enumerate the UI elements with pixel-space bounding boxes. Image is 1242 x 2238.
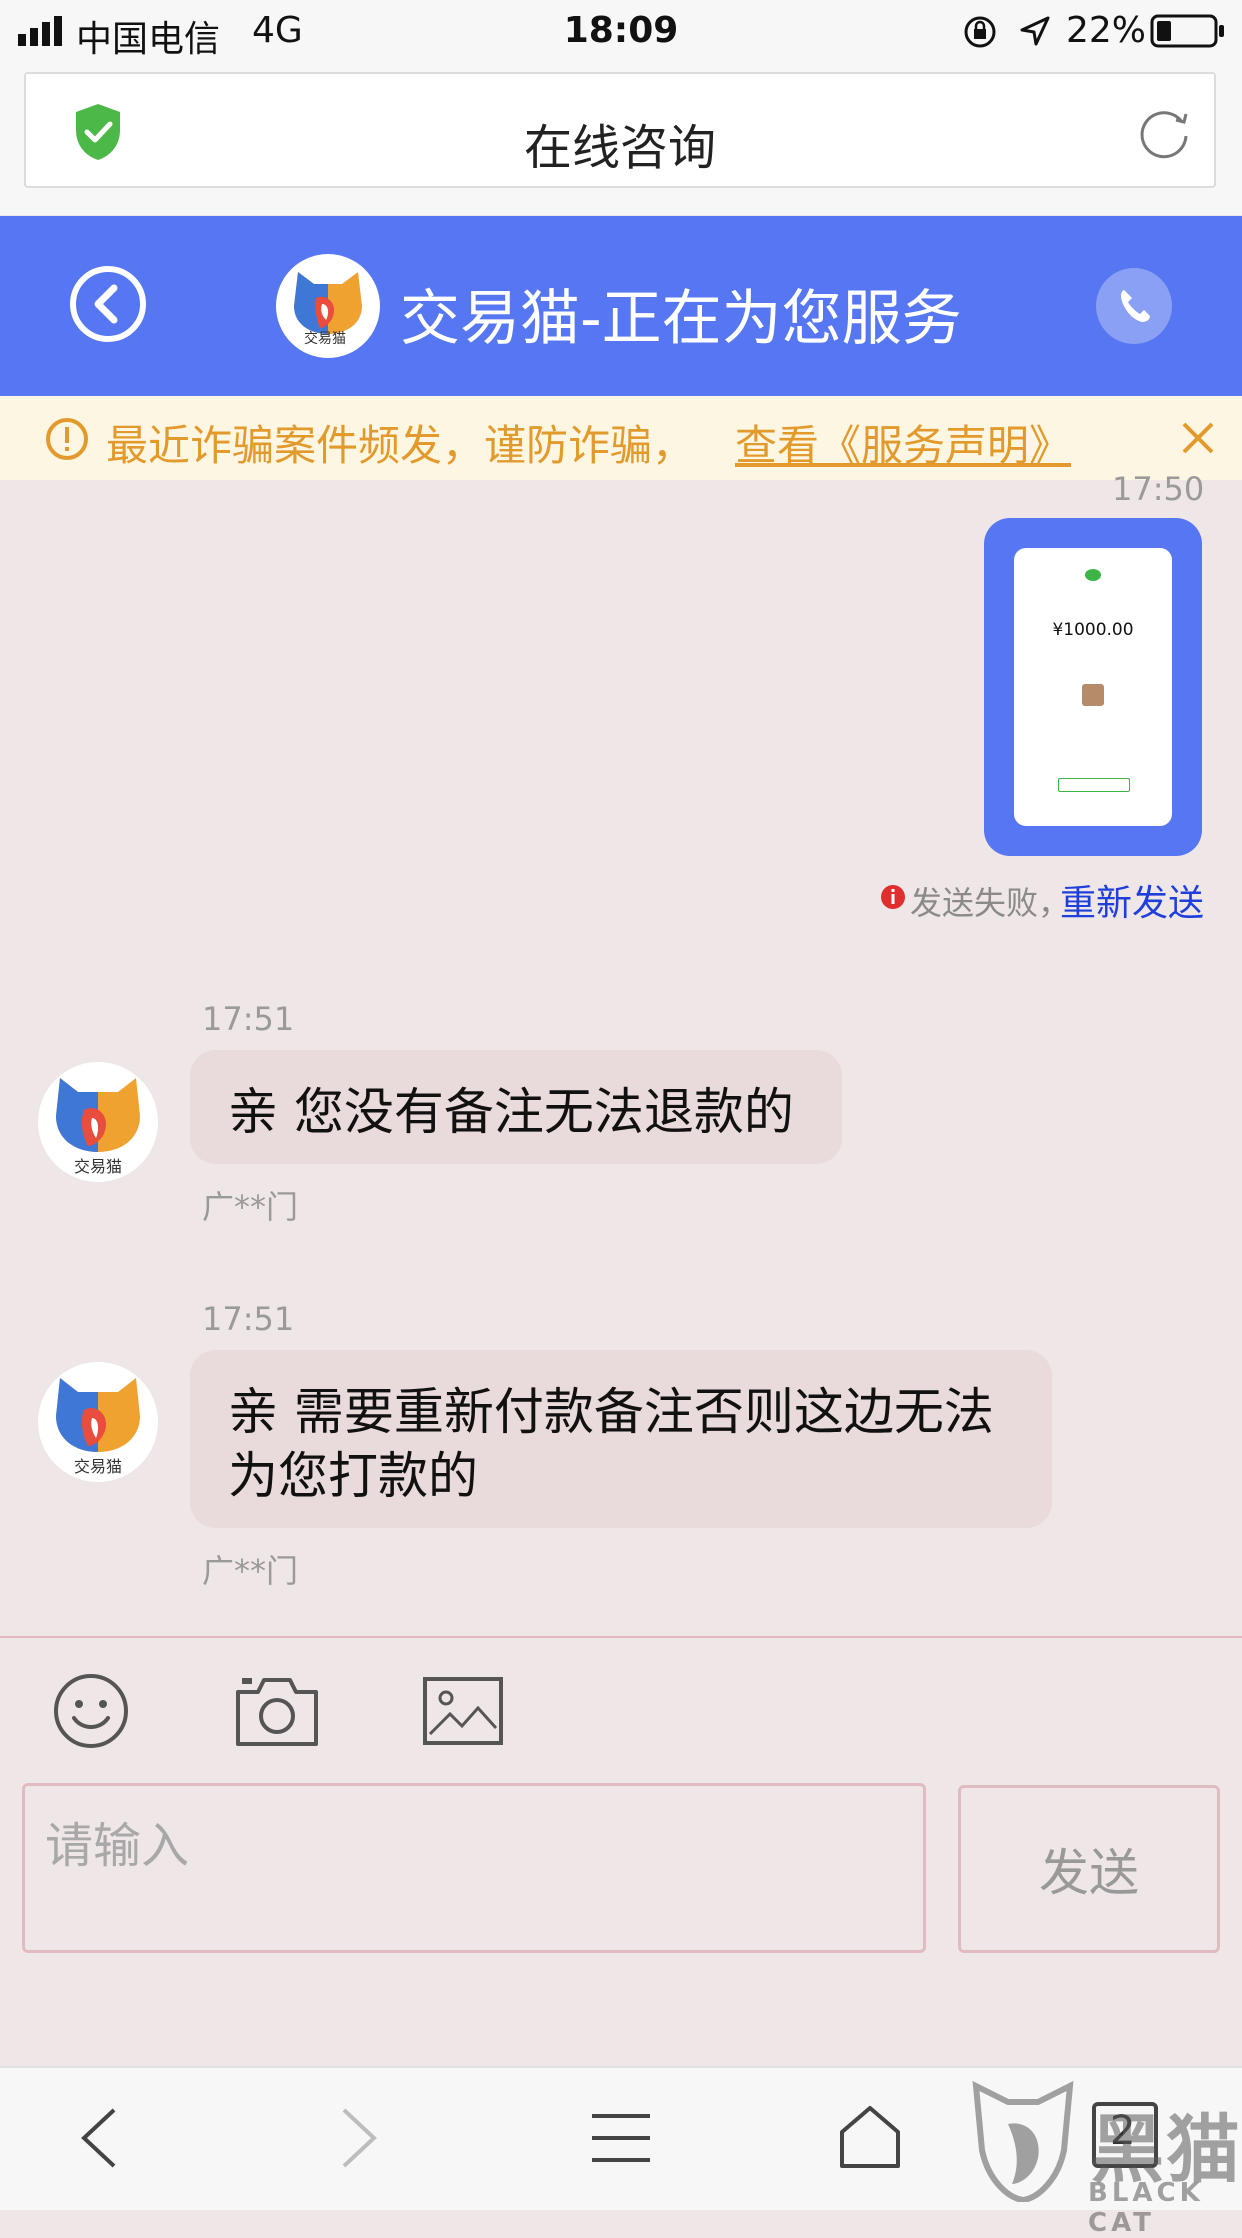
send-failed-text: 发送失败， [910,884,1071,922]
message-time: 17:51 [202,1300,295,1338]
clock: 18:09 [563,10,679,51]
message-bubble: 亲 您没有备注无法退款的 [190,1050,842,1164]
service-logo: 交易猫 [276,254,380,358]
done-button [1058,778,1130,792]
payee-avatar [1082,684,1104,706]
wechat-pay-icon [1085,569,1101,581]
menu-icon[interactable] [590,2112,652,2164]
battery-icon [1150,14,1224,48]
agent-avatar: 交易猫 [38,1062,158,1182]
page-title: 在线咨询 [523,120,716,176]
message-input[interactable] [22,1783,926,1953]
resend-link[interactable]: 重新发送 [1060,874,1204,926]
warning-icon [46,418,88,460]
emoji-icon[interactable] [52,1672,130,1750]
warning-text: 最近诈骗案件频发，谨防诈骗， [106,421,695,470]
header-title: 交易猫-正在为您服务 [400,284,962,354]
composer-divider [0,1636,1242,1638]
logo-label: 交易猫 [304,331,346,347]
message-text: 亲 您没有备注无法退款的 [228,1083,794,1141]
phone-icon [1121,290,1150,322]
forward-arrow-icon[interactable] [334,2106,382,2170]
browser-address-bar: 在线咨询 [0,60,1242,215]
svg-text:交易猫: 交易猫 [74,1157,122,1176]
error-icon [881,885,905,909]
image-message[interactable]: ¥1000.00 [984,518,1202,856]
refresh-icon[interactable] [1136,104,1192,160]
chat-header: 交易猫 交易猫-正在为您服务 [0,216,1242,396]
url-field[interactable]: 在线咨询 [24,72,1216,188]
sender-name: 广**门 [202,1552,299,1590]
back-arrow-icon[interactable] [76,2106,124,2170]
message-text-line: 为您打款的 [228,1447,478,1505]
sender-name: 广**门 [202,1188,299,1226]
jiaoyimao-logo-icon: 交易猫 [56,1378,140,1476]
camera-icon[interactable] [234,1674,320,1748]
agent-avatar: 交易猫 [38,1362,158,1482]
image-icon[interactable] [422,1676,504,1746]
message-time: 17:51 [202,1000,295,1038]
close-icon[interactable] [1180,420,1216,456]
image-thumbnail: ¥1000.00 [1014,548,1172,826]
message-text-line: 亲 需要重新付款备注否则这边无法 [228,1383,994,1441]
battery-percent: 22% [1065,10,1146,51]
message-time: 17:50 [1112,470,1205,508]
service-statement-link[interactable]: 查看《服务声明》 [735,412,1071,473]
status-bar: 中国电信 4G 18:09 22% [0,0,1242,60]
rotation-lock-icon [964,16,996,48]
send-button-label: 发送 [1039,1844,1139,1902]
location-icon [1020,16,1050,46]
watermark-subtext: BLACK CAT [1088,2178,1204,2238]
message-bubble: 亲 需要重新付款备注否则这边无法 为您打款的 [190,1350,1052,1528]
send-button[interactable]: 发送 [958,1785,1220,1953]
watermark-cat-icon [972,2080,1074,2202]
back-icon[interactable] [68,264,148,344]
svg-text:交易猫: 交易猫 [74,1457,122,1476]
browser-bottom-nav: 2 黑猫 BLACK CAT [0,2066,1242,2238]
jiaoyimao-logo-icon: 交易猫 [56,1078,140,1176]
call-button[interactable] [1096,268,1172,344]
fraud-warning-bar: 最近诈骗案件频发，谨防诈骗， 查看《服务声明》 [0,396,1242,480]
payment-amount: ¥1000.00 [1052,620,1134,640]
home-icon[interactable] [838,2104,902,2170]
